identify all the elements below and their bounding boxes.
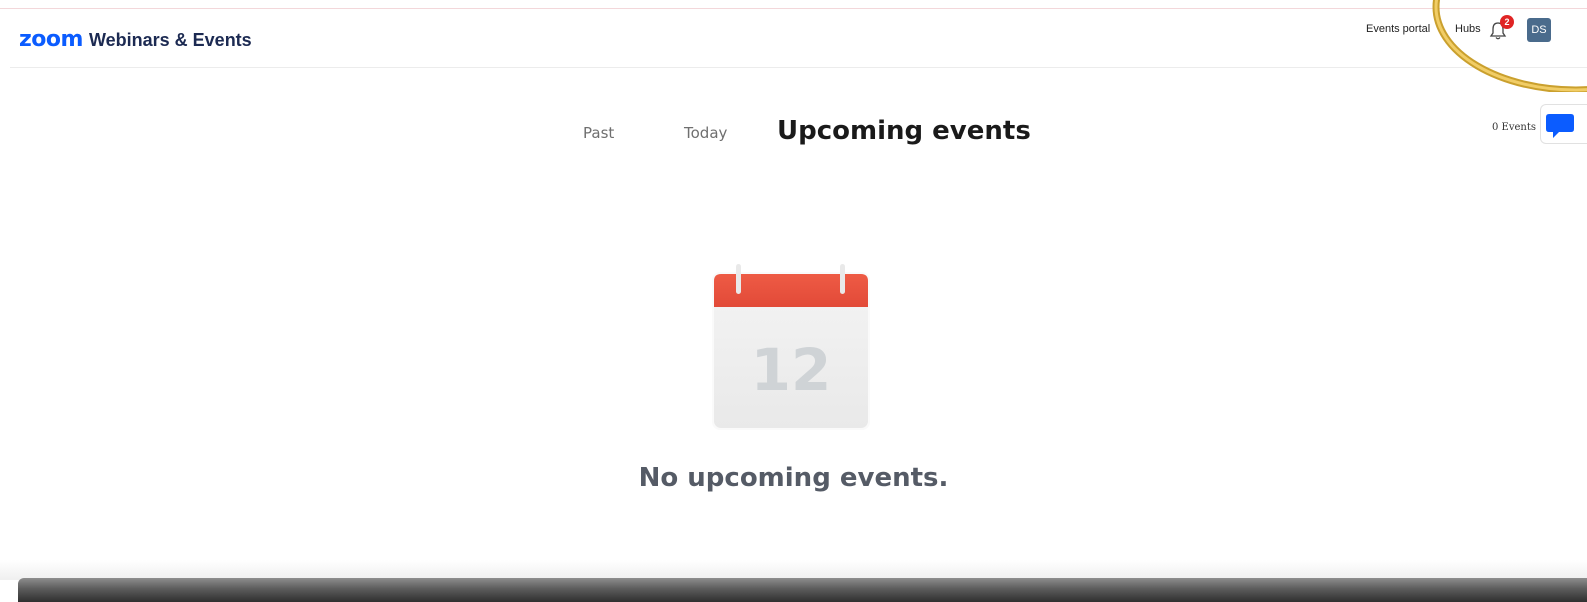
chat-bubble-icon: [1546, 114, 1574, 138]
top-accent-line: [0, 8, 1587, 9]
hubs-link[interactable]: Hubs: [1455, 23, 1481, 35]
bottom-fade: [0, 560, 1587, 580]
calendar-illustration: 12: [710, 262, 872, 434]
bottom-frame-edge: [18, 578, 1587, 602]
avatar[interactable]: DS: [1527, 18, 1551, 42]
event-tabs: Past Today Upcoming events: [0, 115, 1587, 155]
events-portal-link[interactable]: Events portal: [1366, 23, 1430, 35]
events-count: 0 Events: [1492, 122, 1536, 133]
chat-button[interactable]: [1540, 104, 1587, 144]
tab-today[interactable]: Today: [684, 124, 727, 142]
app-header: zoom Webinars & Events: [10, 10, 1587, 68]
tab-upcoming-events[interactable]: Upcoming events: [777, 116, 1031, 146]
notification-badge: 2: [1500, 15, 1514, 29]
product-name: Webinars & Events: [88, 30, 252, 50]
calendar-day-number: 12: [751, 336, 832, 404]
zoom-logo-text: zoom: [19, 27, 83, 52]
tab-past[interactable]: Past: [583, 124, 614, 142]
app-logo[interactable]: zoom Webinars & Events: [19, 27, 252, 52]
empty-state-message: No upcoming events.: [638, 463, 949, 493]
